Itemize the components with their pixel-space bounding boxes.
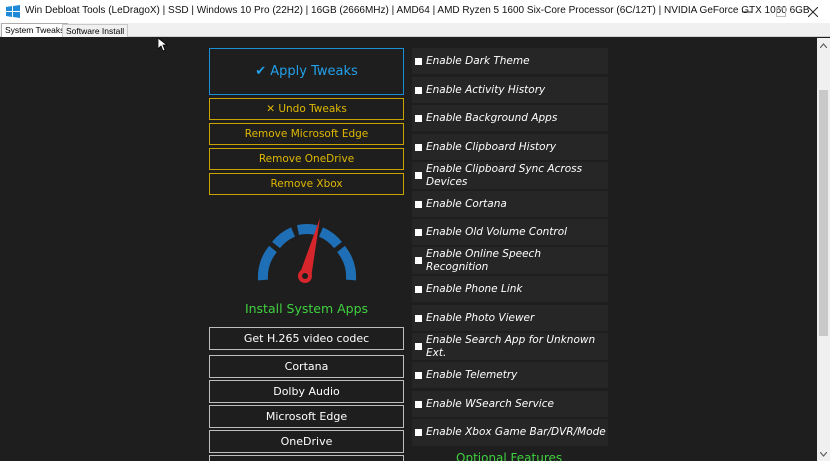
tweak-label: Enable Xbox Game Bar/DVR/Mode [426, 426, 606, 438]
checkbox[interactable] [415, 143, 422, 151]
checkbox[interactable] [415, 172, 422, 179]
scroll-up-button[interactable] [817, 38, 830, 52]
tweak-phone-link[interactable]: Enable Phone Link [412, 276, 608, 302]
tweak-label: Enable Old Volume Control [426, 225, 568, 238]
speedometer-icon [257, 218, 357, 283]
tweak-cortana[interactable]: Enable Cortana [412, 191, 608, 217]
tweak-online-speech-recognition[interactable]: Enable Online Speech Recognition [412, 247, 608, 274]
close-button[interactable] [796, 0, 830, 23]
tweak-photo-viewer[interactable]: Enable Photo Viewer [412, 305, 608, 331]
chevron-up-icon [820, 42, 827, 48]
mouse-cursor-icon [158, 38, 168, 52]
title-bar[interactable]: Win Debloat Tools (LeDragoX) | SSD | Win… [0, 0, 830, 23]
undo-tweaks-button[interactable]: ✕ Undo Tweaks [209, 98, 404, 120]
checkbox[interactable] [415, 371, 422, 379]
tweak-label: Enable Photo Viewer [426, 311, 535, 324]
close-icon [808, 6, 818, 17]
tweak-clipboard-history[interactable]: Enable Clipboard History [412, 134, 608, 160]
tweak-clipboard-sync[interactable]: Enable Clipboard Sync Across Devices [412, 162, 608, 189]
tweak-label: Enable Phone Link [426, 282, 523, 295]
tweak-label: Enable Search App for Unknown Ext. [426, 333, 596, 359]
checkbox[interactable] [415, 114, 422, 122]
tweak-label: Enable Clipboard Sync Across Devices [426, 162, 583, 188]
checkbox[interactable] [415, 314, 422, 322]
install-microsoft-edge-button[interactable]: Microsoft Edge [209, 405, 404, 428]
get-h265-codec-button[interactable]: Get H.265 video codec [209, 327, 404, 350]
tweak-activity-history[interactable]: Enable Activity History [412, 77, 608, 103]
tweak-background-apps[interactable]: Enable Background Apps [412, 105, 608, 131]
checkbox[interactable] [415, 429, 422, 436]
remove-microsoft-edge-button[interactable]: Remove Microsoft Edge [209, 123, 404, 145]
remove-onedrive-button[interactable]: Remove OneDrive [209, 148, 404, 170]
tweak-label: Enable Activity History [426, 83, 546, 96]
tab-software-install[interactable]: Software Install [62, 24, 129, 37]
checkbox[interactable] [415, 400, 422, 408]
tab-bar: System Tweaks Software Install [0, 23, 830, 37]
maximize-icon [776, 6, 786, 17]
checkbox[interactable] [415, 285, 422, 293]
tweak-telemetry[interactable]: Enable Telemetry [412, 362, 608, 388]
optional-features-heading: Optional Features [456, 451, 563, 461]
tweak-label: Enable Online Speech Recognition [426, 247, 541, 273]
checkbox[interactable] [415, 228, 422, 236]
checkbox[interactable] [415, 57, 422, 65]
tab-system-tweaks[interactable]: System Tweaks [1, 23, 69, 37]
apply-tweaks-button[interactable]: ✔ Apply Tweaks [209, 48, 404, 95]
tweak-old-volume-control[interactable]: Enable Old Volume Control [412, 219, 608, 245]
tweak-label: Enable Dark Theme [426, 54, 530, 67]
tweak-label: Enable Background Apps [426, 111, 558, 124]
minimize-button[interactable] [730, 0, 764, 23]
tweak-search-app-unknown-ext[interactable]: Enable Search App for Unknown Ext. [412, 333, 608, 360]
install-dolby-audio-button[interactable]: Dolby Audio [209, 380, 404, 403]
checkbox[interactable] [415, 86, 422, 94]
tweak-label: Enable Cortana [426, 197, 507, 210]
scroll-down-button[interactable] [817, 447, 830, 461]
checkbox[interactable] [415, 257, 422, 264]
minimize-icon [742, 11, 752, 12]
maximize-button[interactable] [764, 0, 798, 23]
tweak-dark-theme[interactable]: Enable Dark Theme [412, 48, 608, 74]
checkbox[interactable] [415, 200, 422, 208]
tweak-xbox-game-bar[interactable]: Enable Xbox Game Bar/DVR/Mode [412, 419, 608, 446]
checkbox[interactable] [415, 343, 422, 350]
install-onedrive-button[interactable]: OneDrive [209, 430, 404, 453]
tweak-label: Enable WSearch Service [426, 397, 554, 410]
remove-xbox-button[interactable]: Remove Xbox [209, 173, 404, 195]
window-title: Win Debloat Tools (LeDragoX) | SSD | Win… [25, 5, 810, 16]
install-system-apps-heading: Install System Apps [244, 301, 369, 316]
vertical-scrollbar[interactable] [817, 38, 830, 461]
chevron-down-icon [820, 451, 827, 457]
tweak-wsearch-service[interactable]: Enable WSearch Service [412, 391, 608, 417]
install-app-button-partial[interactable] [209, 455, 404, 461]
tweak-label: Enable Clipboard History [426, 140, 557, 153]
windows-logo-icon [6, 5, 20, 18]
main-content: ✔ Apply Tweaks ✕ Undo Tweaks Remove Micr… [0, 38, 817, 461]
install-cortana-button[interactable]: Cortana [209, 355, 404, 378]
app-window: Win Debloat Tools (LeDragoX) | SSD | Win… [0, 0, 830, 461]
tweak-label: Enable Telemetry [426, 368, 518, 381]
scrollbar-thumb[interactable] [819, 90, 828, 336]
